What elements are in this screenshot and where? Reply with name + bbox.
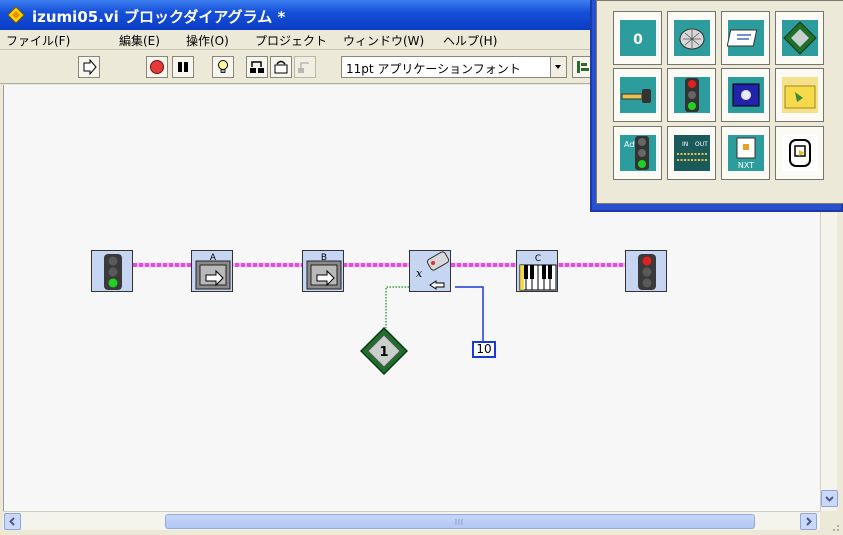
out-label: OUT [695, 141, 708, 148]
nxt-label: NXT [738, 161, 754, 170]
palette-io[interactable]: IN OUT [667, 126, 716, 180]
chip-icon [728, 77, 764, 113]
svg-text:x: x [416, 267, 423, 280]
sound-c-block[interactable]: C [516, 250, 558, 292]
traffic-light-red-icon [638, 254, 656, 290]
resize-grip[interactable] [820, 511, 843, 535]
numeric-constant[interactable]: 10 [472, 341, 496, 358]
palette-cloud[interactable] [667, 11, 716, 65]
green-dotted-wire[interactable] [385, 286, 418, 328]
grip-lines-icon [455, 519, 463, 525]
chevron-left-icon [9, 517, 15, 526]
motor-b-label: B [321, 253, 327, 263]
cloud-grid-icon [674, 20, 710, 56]
envelope-icon [727, 20, 764, 56]
diamond-label: 1 [379, 345, 388, 360]
end-traffic-light-red[interactable] [625, 250, 667, 292]
piano-keys-icon: C [519, 254, 557, 291]
blue-numeric-wire[interactable] [455, 286, 484, 342]
palette-body: 0 Adv IN OUT NXT [596, 0, 843, 204]
zero-constant-icon: 0 [620, 20, 656, 56]
in-label: IN [682, 141, 688, 148]
chevron-right-icon [806, 517, 812, 526]
wait-icon: x [416, 251, 450, 290]
functions-palette[interactable]: 0 Adv IN OUT NXT [590, 0, 843, 212]
palette-chip[interactable] [721, 68, 770, 122]
scroll-down-button[interactable] [821, 490, 838, 507]
motor-a-block[interactable]: A [191, 250, 233, 292]
palette-nxt[interactable]: NXT [721, 126, 770, 180]
chevron-down-icon [825, 496, 834, 502]
motor-a-icon: A [195, 253, 231, 290]
adv-traffic-light-icon: Adv [620, 135, 656, 171]
palette-constant[interactable]: 0 [613, 11, 662, 65]
traffic-light-icon [674, 77, 710, 113]
scroll-right-button[interactable] [800, 513, 817, 530]
resize-grip-icon [833, 525, 839, 531]
green-diamond-icon [782, 20, 818, 56]
horizontal-scrollbar[interactable] [3, 511, 820, 530]
sound-c-label: C [535, 254, 541, 264]
motor-b-block[interactable]: B [302, 250, 344, 292]
palette-advanced[interactable]: Adv [613, 126, 662, 180]
palette-traffic-light[interactable] [667, 68, 716, 122]
begin-traffic-light-green[interactable] [91, 250, 133, 292]
nxt-brick-icon: NXT [728, 135, 764, 171]
wait-block[interactable]: x [409, 250, 451, 292]
palette-folder[interactable] [775, 68, 824, 122]
subvi-page-icon [782, 135, 818, 171]
motor-a-label: A [210, 253, 217, 263]
palette-subvi[interactable] [775, 126, 824, 180]
numeric-diamond-terminal[interactable]: 1 [360, 327, 408, 375]
horizontal-scroll-thumb[interactable] [165, 514, 755, 529]
motor-b-icon: B [306, 253, 342, 290]
in-out-icon: IN OUT [674, 135, 710, 171]
traffic-light-green-icon [104, 254, 122, 290]
palette-diamond[interactable] [775, 11, 824, 65]
scroll-left-button[interactable] [4, 513, 21, 530]
palette-message[interactable] [721, 11, 770, 65]
folder-icon [782, 77, 818, 113]
zero-label: 0 [633, 32, 643, 48]
palette-sensor[interactable] [613, 68, 662, 122]
touch-sensor-icon [620, 77, 656, 113]
